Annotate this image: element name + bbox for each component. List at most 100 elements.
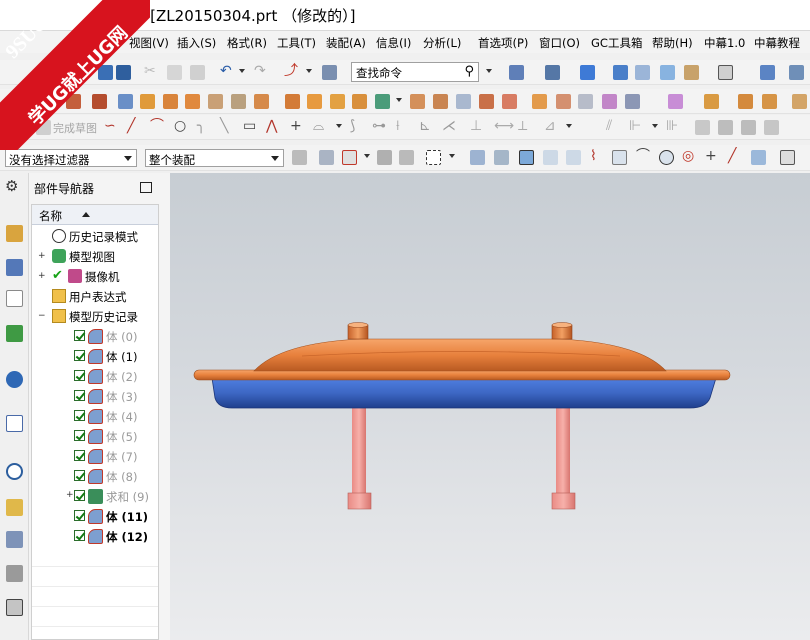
sketch-more-icon[interactable] [764, 120, 779, 135]
more-view-icon[interactable] [789, 65, 804, 80]
menu-assembly[interactable]: 装配(A) [326, 35, 366, 51]
render-style-icon[interactable] [545, 65, 560, 80]
show-constraints-icon[interactable]: ⊿ [544, 118, 556, 134]
delete-face-icon[interactable] [578, 94, 593, 109]
system-scenes-icon[interactable] [6, 565, 23, 582]
more-feature-icon[interactable] [792, 94, 807, 109]
trim-body-icon[interactable] [410, 94, 425, 109]
curve-icon[interactable]: ⤴ [284, 63, 298, 79]
pattern-icon[interactable] [285, 94, 300, 109]
rectangle-select-icon[interactable] [426, 150, 441, 165]
mirror-icon[interactable] [307, 94, 322, 109]
visibility-checkbox[interactable] [74, 430, 85, 441]
pocket-icon[interactable] [208, 94, 223, 109]
draft-icon[interactable] [479, 94, 494, 109]
finish-sketch-label[interactable]: 完成草图 [53, 120, 97, 136]
reference-dropdown-icon[interactable] [652, 124, 658, 128]
menu-insert[interactable]: 插入(S) [177, 35, 216, 51]
mold-tool-icon[interactable] [668, 94, 683, 109]
redo-icon[interactable]: ↷ [254, 63, 266, 79]
select-features-icon[interactable] [319, 150, 334, 165]
quick-trim-icon[interactable]: ⟊ [396, 118, 400, 134]
support-post-left[interactable] [352, 403, 366, 495]
datum-icon[interactable] [66, 94, 81, 109]
undo-icon[interactable]: ↶ [220, 63, 232, 79]
snap-view-icon[interactable] [760, 65, 775, 80]
arc-icon[interactable]: ⌒ [150, 118, 164, 134]
make-corner-icon[interactable]: ⋌ [442, 118, 456, 134]
snap-arc-center-icon[interactable] [659, 150, 674, 165]
layer-icon[interactable] [509, 65, 524, 80]
snap-line-icon[interactable] [543, 150, 558, 165]
command-search-input[interactable]: 查找命令 ⚲ [351, 62, 479, 82]
graphics-window[interactable] [170, 173, 810, 640]
collapse-minus-icon[interactable]: − [38, 312, 46, 321]
revolve-icon[interactable] [140, 94, 155, 109]
copy-icon[interactable] [167, 65, 182, 80]
snap-on-face-icon[interactable] [751, 150, 766, 165]
feature-row[interactable]: 体 (2) [32, 366, 158, 386]
history-icon[interactable] [6, 463, 23, 480]
support-foot-left[interactable] [347, 492, 372, 510]
type-filter-dropdown[interactable]: 没有选择过滤器 [5, 149, 137, 167]
feature-row[interactable]: 体 (3) [32, 386, 158, 406]
select-sheet-icon[interactable] [494, 150, 509, 165]
palette-icon[interactable] [6, 599, 23, 616]
menu-gc-toolbox[interactable]: GC工具箱 [591, 35, 642, 51]
menu-view[interactable]: 视图(V) [129, 35, 169, 51]
polygon-icon[interactable]: ⋀ [266, 118, 277, 134]
extrude-icon[interactable] [118, 94, 133, 109]
lid-flange[interactable] [193, 369, 731, 381]
menu-tools[interactable]: 工具(T) [277, 35, 316, 51]
shaded-icon[interactable] [580, 65, 595, 80]
sort-ascending-icon[interactable] [82, 212, 90, 217]
menu-format[interactable]: 格式(R) [227, 35, 267, 51]
curve-dropdown-icon[interactable] [306, 69, 312, 73]
assembly-navigator-icon[interactable] [6, 225, 23, 242]
auto-constrain-icon[interactable]: ⟂ [518, 118, 527, 134]
snap-on-curve-icon[interactable]: ╱ [728, 148, 736, 164]
view-cube-icon[interactable] [613, 65, 628, 80]
sketch-evaluate-icon[interactable] [718, 120, 733, 135]
feature-row[interactable]: 体 (4) [32, 406, 158, 426]
studio-spline-icon[interactable]: ⌓ [313, 118, 324, 134]
split-body-icon[interactable] [433, 94, 448, 109]
part-navigator-icon[interactable] [6, 290, 23, 307]
unite-icon[interactable] [330, 94, 345, 109]
sketch-update-icon[interactable] [741, 120, 756, 135]
geometric-constraint-icon[interactable]: ⊥ [470, 118, 482, 134]
constraint-dropdown-icon[interactable] [566, 124, 572, 128]
expand-plus-icon[interactable]: + [66, 490, 74, 500]
menu-preferences[interactable]: 首选项(P) [478, 35, 528, 51]
search-icon[interactable]: ⚲ [464, 64, 474, 79]
pad-icon[interactable] [231, 94, 246, 109]
sketch-plane-icon[interactable] [92, 94, 107, 109]
feature-row[interactable]: 体 (12) [32, 526, 158, 546]
alternate-solution-icon[interactable]: ⊩ [629, 118, 641, 134]
circle-icon[interactable]: ○ [174, 118, 186, 134]
maximize-icon[interactable] [140, 182, 152, 193]
tree-node-cameras[interactable]: + ✔ 摄像机 [32, 266, 158, 286]
feature-row[interactable]: + 求和 (9) [32, 486, 158, 506]
feature-replay-icon[interactable] [762, 94, 777, 109]
feature-row[interactable]: 体 (7) [32, 446, 158, 466]
wireframe-icon[interactable] [635, 65, 650, 80]
cut-icon[interactable]: ✂ [144, 63, 156, 79]
process-studio-icon[interactable] [6, 499, 23, 516]
visibility-checkbox[interactable] [74, 350, 85, 361]
command-finder-icon[interactable] [322, 65, 337, 80]
support-post-right[interactable] [556, 403, 570, 495]
tree-node-model-history[interactable]: − 模型历史记录 [32, 306, 158, 326]
quick-extend-icon[interactable]: ⊾ [419, 118, 431, 134]
combine-dropdown-icon[interactable] [396, 98, 402, 102]
surface-icon[interactable] [602, 94, 617, 109]
visibility-checkbox[interactable] [74, 450, 85, 461]
snap-endpoint-icon[interactable] [519, 150, 534, 165]
name-column-header[interactable]: 名称 [32, 205, 158, 225]
snap-intersection-icon[interactable]: ⌒ [636, 148, 650, 164]
sketch-style-icon[interactable] [695, 120, 710, 135]
visibility-checkbox[interactable] [74, 510, 85, 521]
constraint-navigator-icon[interactable] [6, 259, 23, 276]
visibility-checkbox[interactable] [74, 410, 85, 421]
select-faces-dropdown-icon[interactable] [364, 154, 370, 158]
